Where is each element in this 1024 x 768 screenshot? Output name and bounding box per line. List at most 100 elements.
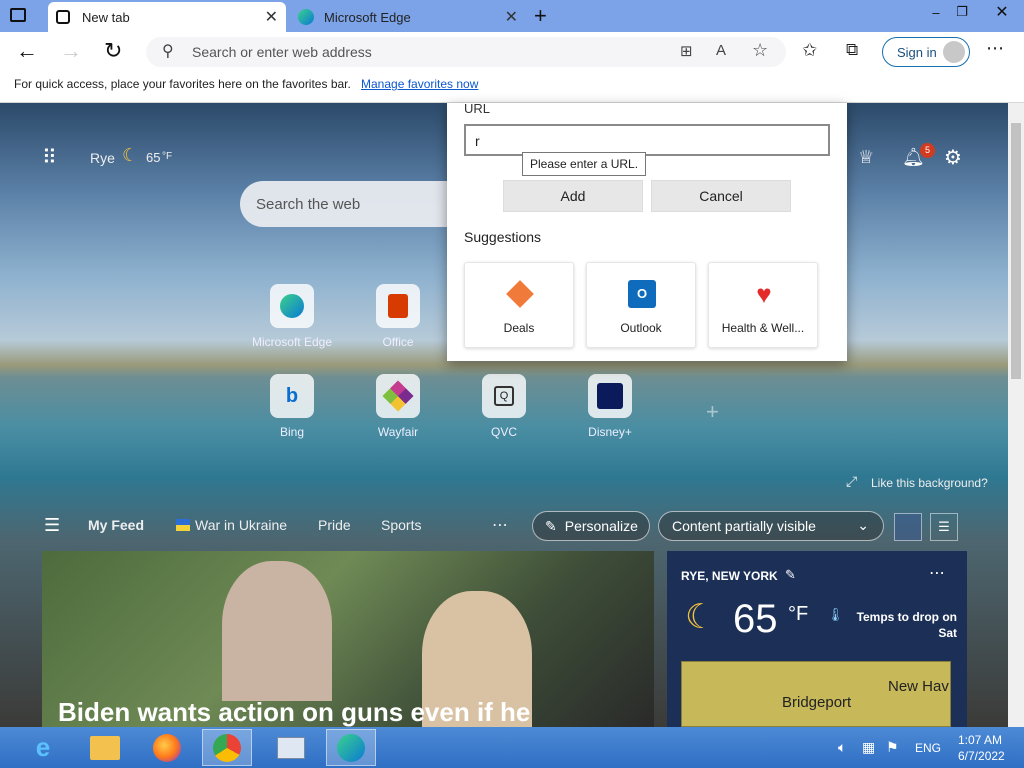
like-background-link[interactable]: Like this background? xyxy=(871,476,988,490)
quick-link-label: Bing xyxy=(279,425,305,439)
moon-icon: ☾ xyxy=(685,598,716,636)
edge-taskbar-icon[interactable] xyxy=(326,729,376,766)
system-monitor-icon[interactable] xyxy=(266,729,316,766)
tab-actions-icon[interactable] xyxy=(10,8,26,22)
collections-icon[interactable]: ⧉ xyxy=(846,40,858,60)
map-label-bridgeport: Bridgeport xyxy=(782,694,852,711)
quick-link-qvc[interactable]: Q xyxy=(482,374,526,418)
tab-war-in-ukraine[interactable]: War in Ukraine xyxy=(195,517,287,533)
taskbar: e 🔈︎ ▦ ⚑ ENG 1:07 AM 6/7/2022 xyxy=(0,727,1024,768)
quick-link-bing[interactable]: b xyxy=(270,374,314,418)
avatar xyxy=(943,41,965,63)
sign-in-label: Sign in xyxy=(897,44,937,60)
header-temp-unit: °F xyxy=(162,151,173,162)
outlook-icon: O xyxy=(628,280,656,308)
tab-my-feed[interactable]: My Feed xyxy=(88,517,144,533)
chevron-down-icon: ⌄ xyxy=(857,517,869,533)
quick-link-disney[interactable] xyxy=(588,374,632,418)
quick-link-office[interactable] xyxy=(376,284,420,328)
clock-time[interactable]: 1:07 AM xyxy=(958,733,1002,747)
quick-link-label: Microsoft Edge xyxy=(251,335,333,349)
scroll-thumb[interactable] xyxy=(1011,123,1021,379)
url-input[interactable]: r xyxy=(464,124,830,156)
favorites-bar: For quick access, place your favorites h… xyxy=(0,70,1024,103)
new-tab-page-icon xyxy=(56,10,70,24)
suggestion-health[interactable]: ♥ Health & Well... xyxy=(708,262,818,348)
file-explorer-icon[interactable] xyxy=(80,729,130,766)
internet-explorer-icon[interactable]: e xyxy=(18,729,68,766)
more-feed-icon[interactable]: ⋯ xyxy=(492,515,508,535)
content-visibility-label: Content partially visible xyxy=(672,518,816,534)
list-layout-button[interactable]: ☰ xyxy=(930,513,958,541)
favorites-icon[interactable]: ✩ xyxy=(802,40,817,61)
close-tab-icon[interactable]: ✕ xyxy=(505,7,518,27)
feed-menu-icon[interactable]: ☰ xyxy=(44,515,60,536)
action-center-icon[interactable]: ⚑ xyxy=(886,739,899,756)
close-tab-icon[interactable]: ✕ xyxy=(265,7,278,27)
quick-link-edge[interactable] xyxy=(270,284,314,328)
cancel-button[interactable]: Cancel xyxy=(651,180,791,212)
settings-gear-icon[interactable]: ⚙ xyxy=(944,145,962,170)
deals-icon xyxy=(506,280,534,308)
close-window-button[interactable]: ✕ xyxy=(982,0,1022,24)
weather-card[interactable]: RYE, NEW YORK ✎ ⋯ ☾ 65 °F 🌡︎ Temps to dr… xyxy=(667,551,967,727)
tab-microsoft-edge[interactable]: Microsoft Edge ✕ xyxy=(290,2,526,32)
sign-in-button[interactable]: Sign in xyxy=(882,37,970,67)
network-icon[interactable]: ▦ xyxy=(862,739,875,756)
manage-favorites-link[interactable]: Manage favorites now xyxy=(361,77,478,91)
forward-button[interactable]: → xyxy=(60,38,82,64)
clock-date[interactable]: 6/7/2022 xyxy=(958,749,1005,763)
map-label-new-haven: New Hav xyxy=(888,678,949,695)
address-bar[interactable]: ⚲ Search or enter web address ⊞ A ☆ xyxy=(146,37,786,67)
search-icon: ⚲ xyxy=(162,43,174,60)
chrome-icon[interactable] xyxy=(202,729,252,766)
validation-tooltip: Please enter a URL. xyxy=(522,152,647,176)
rewards-icon[interactable]: ♕ xyxy=(858,147,874,168)
suggestion-label: Deals xyxy=(503,321,535,335)
add-favorite-icon[interactable]: ☆ xyxy=(752,40,768,61)
expand-icon[interactable]: ⤢ xyxy=(846,473,857,490)
new-tab-button[interactable]: + xyxy=(534,3,547,29)
weather-map[interactable]: Bridgeport New Hav xyxy=(681,661,951,727)
quick-link-wayfair[interactable] xyxy=(376,374,420,418)
grid-layout-button[interactable] xyxy=(894,513,922,541)
more-weather-icon[interactable]: ⋯ xyxy=(929,563,945,583)
firefox-icon[interactable] xyxy=(142,729,192,766)
quick-link-label: Wayfair xyxy=(377,425,419,439)
suggestion-outlook[interactable]: O Outlook xyxy=(586,262,696,348)
thermometer-icon: 🌡︎ xyxy=(827,607,844,622)
add-shortcut-icon[interactable]: + xyxy=(706,399,719,425)
tab-label: Microsoft Edge xyxy=(324,9,411,25)
personalize-button[interactable]: ✎ Personalize xyxy=(532,511,650,541)
weather-note: Temps to drop on Sat xyxy=(856,610,957,640)
content-visibility-dropdown[interactable]: Content partially visible ⌄ xyxy=(658,511,884,541)
apps-launcher-icon[interactable]: ⠿ xyxy=(42,145,57,170)
language-indicator[interactable]: ENG xyxy=(915,741,941,755)
volume-icon[interactable]: 🔈︎ xyxy=(838,739,846,756)
tab-sports[interactable]: Sports xyxy=(381,517,421,533)
news-photo xyxy=(222,561,332,701)
read-aloud-icon[interactable]: A xyxy=(716,42,726,59)
restore-button[interactable]: ❐ xyxy=(946,0,978,24)
edit-location-icon[interactable]: ✎ xyxy=(785,567,796,583)
suggestion-label: Outlook xyxy=(620,321,662,335)
page-scrollbar[interactable] xyxy=(1008,103,1024,727)
favbar-text: For quick access, place your favorites h… xyxy=(14,77,351,91)
heart-icon: ♥ xyxy=(756,279,772,309)
suggestion-deals[interactable]: Deals xyxy=(464,262,574,348)
more-options-icon[interactable]: ⋯ xyxy=(986,38,1004,59)
app-available-icon[interactable]: ⊞ xyxy=(680,42,693,60)
url-input-value: r xyxy=(475,133,480,149)
back-button[interactable]: ← xyxy=(16,38,38,64)
refresh-button[interactable]: ↻ xyxy=(104,38,122,64)
news-card[interactable]: Biden wants action on guns even if he xyxy=(42,551,654,727)
quick-link-label: Disney+ xyxy=(588,425,632,439)
suggestions-title: Suggestions xyxy=(464,229,542,245)
qvc-icon: Q xyxy=(494,386,514,406)
tab-pride[interactable]: Pride xyxy=(318,517,351,533)
quick-link-label: QVC xyxy=(490,425,517,439)
edge-icon xyxy=(280,294,304,318)
news-headline[interactable]: Biden wants action on guns even if he xyxy=(58,697,530,727)
tab-new-tab[interactable]: New tab ✕ xyxy=(48,2,286,32)
add-button[interactable]: Add xyxy=(503,180,643,212)
